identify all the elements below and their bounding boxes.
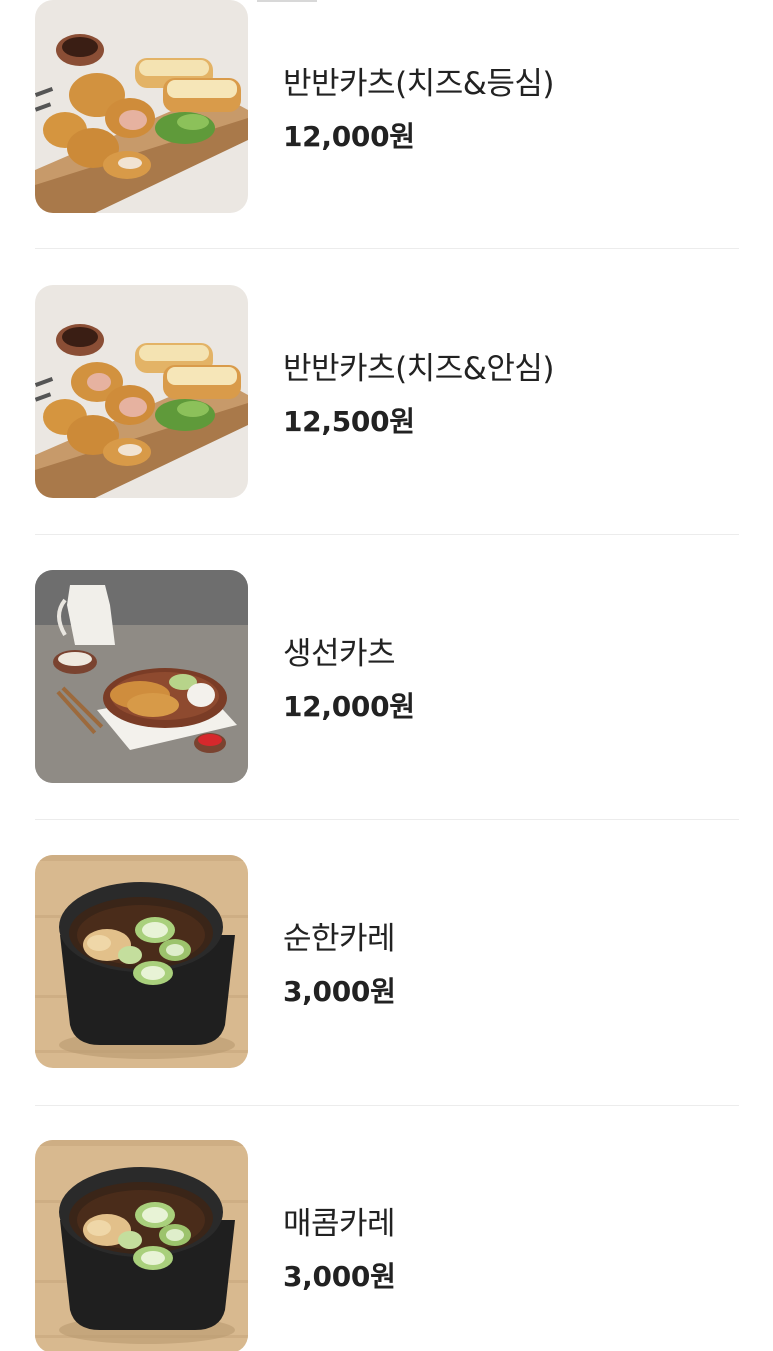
menu-list-page: 반반카츠(치즈&등심) 12,000원 반반카츠(치즈&안심) 12,500원 … bbox=[0, 0, 773, 1351]
menu-item-cheese-loin-katsu[interactable]: 반반카츠(치즈&등심) 12,000원 bbox=[35, 0, 739, 213]
divider bbox=[35, 1105, 739, 1106]
menu-item-price: 12,500원 bbox=[283, 404, 415, 438]
menu-item-price: 3,000원 bbox=[283, 974, 396, 1008]
menu-item-photo bbox=[35, 1140, 248, 1351]
divider bbox=[35, 819, 739, 820]
menu-item-name: 반반카츠(치즈&안심) bbox=[283, 350, 555, 387]
divider bbox=[35, 248, 739, 249]
menu-item-mild-curry[interactable]: 순한카레 3,000원 bbox=[35, 855, 739, 1068]
menu-item-name: 순한카레 bbox=[283, 920, 396, 957]
menu-item-price: 3,000원 bbox=[283, 1259, 396, 1293]
divider bbox=[35, 534, 739, 535]
menu-item-photo bbox=[35, 285, 248, 498]
menu-item-photo bbox=[35, 570, 248, 783]
menu-item-fish-katsu[interactable]: 생선카츠 12,000원 bbox=[35, 570, 739, 783]
menu-item-price: 12,000원 bbox=[283, 689, 415, 723]
menu-item-price: 12,000원 bbox=[283, 119, 415, 153]
menu-item-photo bbox=[35, 0, 248, 213]
menu-item-name: 매콤카레 bbox=[283, 1205, 396, 1242]
menu-item-name: 반반카츠(치즈&등심) bbox=[283, 65, 555, 102]
menu-item-cheese-tenderloin-katsu[interactable]: 반반카츠(치즈&안심) 12,500원 bbox=[35, 285, 739, 498]
menu-item-name: 생선카츠 bbox=[283, 635, 396, 672]
menu-item-spicy-curry[interactable]: 매콤카레 3,000원 bbox=[35, 1140, 739, 1351]
menu-item-photo bbox=[35, 855, 248, 1068]
